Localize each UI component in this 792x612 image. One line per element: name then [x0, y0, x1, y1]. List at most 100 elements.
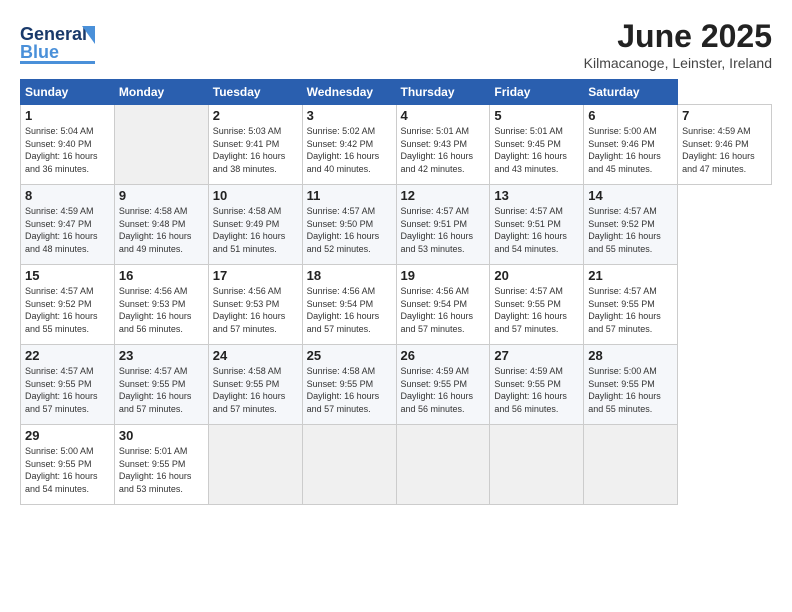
- col-monday: Monday: [114, 80, 208, 105]
- calendar-week-4: 22Sunrise: 4:57 AMSunset: 9:55 PMDayligh…: [21, 345, 772, 425]
- col-thursday: Thursday: [396, 80, 490, 105]
- day-number: 25: [307, 348, 392, 363]
- calendar-cell: 10 Sunrise: 4:58 AMSunset: 9:49 PMDayligh…: [208, 185, 302, 265]
- calendar-cell: [396, 425, 490, 505]
- day-info: Sunrise: 5:01 AMSunset: 9:43 PMDaylight:…: [401, 125, 486, 175]
- calendar-cell: 3 Sunrise: 5:02 AMSunset: 9:42 PMDaylight…: [302, 105, 396, 185]
- day-number: 23: [119, 348, 204, 363]
- day-info: Sunrise: 4:57 AMSunset: 9:52 PMDaylight:…: [25, 285, 110, 335]
- calendar-cell: 6Sunrise: 5:00 AMSunset: 9:46 PMDaylight…: [584, 105, 678, 185]
- calendar-cell: [114, 105, 208, 185]
- day-info: Sunrise: 5:02 AMSunset: 9:42 PMDaylight:…: [307, 125, 392, 175]
- svg-text:Blue: Blue: [20, 42, 59, 62]
- col-friday: Friday: [490, 80, 584, 105]
- day-info: Sunrise: 4:58 AMSunset: 9:49 PMDaylight:…: [213, 205, 298, 255]
- calendar-cell: 12 Sunrise: 4:57 AMSunset: 9:51 PMDayligh…: [396, 185, 490, 265]
- day-number: 27: [494, 348, 579, 363]
- calendar-cell: 22Sunrise: 4:57 AMSunset: 9:55 PMDayligh…: [21, 345, 115, 425]
- calendar-cell: 9Sunrise: 4:58 AMSunset: 9:48 PMDaylight…: [114, 185, 208, 265]
- day-info: Sunrise: 4:58 AMSunset: 9:55 PMDaylight:…: [307, 365, 392, 415]
- calendar-cell: 13 Sunrise: 4:57 AMSunset: 9:51 PMDayligh…: [490, 185, 584, 265]
- calendar-cell: 30 Sunrise: 5:01 AMSunset: 9:55 PMDayligh…: [114, 425, 208, 505]
- calendar-week-3: 15 Sunrise: 4:57 AMSunset: 9:52 PMDayligh…: [21, 265, 772, 345]
- day-info: Sunrise: 4:56 AMSunset: 9:53 PMDaylight:…: [119, 285, 204, 335]
- day-info: Sunrise: 4:57 AMSunset: 9:51 PMDaylight:…: [494, 205, 579, 255]
- day-number: 4: [401, 108, 486, 123]
- calendar-cell: 5 Sunrise: 5:01 AMSunset: 9:45 PMDaylight…: [490, 105, 584, 185]
- calendar-cell: 23 Sunrise: 4:57 AMSunset: 9:55 PMDayligh…: [114, 345, 208, 425]
- day-number: 24: [213, 348, 298, 363]
- calendar-cell: 20 Sunrise: 4:57 AMSunset: 9:55 PMDayligh…: [490, 265, 584, 345]
- day-info: Sunrise: 4:59 AMSunset: 9:47 PMDaylight:…: [25, 205, 110, 255]
- calendar-cell: 24 Sunrise: 4:58 AMSunset: 9:55 PMDayligh…: [208, 345, 302, 425]
- title-block: June 2025 Kilmacanoge, Leinster, Ireland: [584, 18, 772, 71]
- day-info: Sunrise: 4:58 AMSunset: 9:48 PMDaylight:…: [119, 205, 204, 255]
- day-info: Sunrise: 5:01 AMSunset: 9:55 PMDaylight:…: [119, 445, 204, 495]
- calendar-cell: 18 Sunrise: 4:56 AMSunset: 9:54 PMDayligh…: [302, 265, 396, 345]
- col-wednesday: Wednesday: [302, 80, 396, 105]
- calendar-cell: 1Sunrise: 5:04 AMSunset: 9:40 PMDaylight…: [21, 105, 115, 185]
- day-info: Sunrise: 4:59 AMSunset: 9:46 PMDaylight:…: [682, 125, 767, 175]
- day-number: 10: [213, 188, 298, 203]
- logo-svg: General Blue: [20, 18, 100, 70]
- day-info: Sunrise: 4:57 AMSunset: 9:55 PMDaylight:…: [588, 285, 673, 335]
- calendar-cell: [302, 425, 396, 505]
- calendar-week-5: 29 Sunrise: 5:00 AMSunset: 9:55 PMDayligh…: [21, 425, 772, 505]
- calendar-cell: 11 Sunrise: 4:57 AMSunset: 9:50 PMDayligh…: [302, 185, 396, 265]
- subtitle: Kilmacanoge, Leinster, Ireland: [584, 55, 772, 71]
- calendar-cell: 4 Sunrise: 5:01 AMSunset: 9:43 PMDaylight…: [396, 105, 490, 185]
- calendar-cell: 25 Sunrise: 4:58 AMSunset: 9:55 PMDayligh…: [302, 345, 396, 425]
- day-info: Sunrise: 4:57 AMSunset: 9:51 PMDaylight:…: [401, 205, 486, 255]
- calendar-cell: 27 Sunrise: 4:59 AMSunset: 9:55 PMDayligh…: [490, 345, 584, 425]
- calendar-cell: [490, 425, 584, 505]
- day-number: 14: [588, 188, 673, 203]
- day-number: 1: [25, 108, 110, 123]
- col-sunday: Sunday: [21, 80, 115, 105]
- day-number: 15: [25, 268, 110, 283]
- calendar-cell: 28Sunrise: 5:00 AMSunset: 9:55 PMDayligh…: [584, 345, 678, 425]
- calendar-cell: 15 Sunrise: 4:57 AMSunset: 9:52 PMDayligh…: [21, 265, 115, 345]
- calendar-week-1: 1Sunrise: 5:04 AMSunset: 9:40 PMDaylight…: [21, 105, 772, 185]
- calendar-cell: [208, 425, 302, 505]
- day-info: Sunrise: 5:00 AMSunset: 9:55 PMDaylight:…: [25, 445, 110, 495]
- day-number: 3: [307, 108, 392, 123]
- day-number: 12: [401, 188, 486, 203]
- day-info: Sunrise: 4:57 AMSunset: 9:55 PMDaylight:…: [494, 285, 579, 335]
- day-number: 30: [119, 428, 204, 443]
- page: General Blue June 2025 Kilmacanoge, Lein…: [0, 0, 792, 612]
- day-number: 11: [307, 188, 392, 203]
- svg-text:General: General: [20, 24, 87, 44]
- day-number: 2: [213, 108, 298, 123]
- calendar-cell: 8 Sunrise: 4:59 AMSunset: 9:47 PMDaylight…: [21, 185, 115, 265]
- day-info: Sunrise: 4:57 AMSunset: 9:50 PMDaylight:…: [307, 205, 392, 255]
- day-info: Sunrise: 4:56 AMSunset: 9:54 PMDaylight:…: [307, 285, 392, 335]
- calendar-cell: 26 Sunrise: 4:59 AMSunset: 9:55 PMDayligh…: [396, 345, 490, 425]
- day-info: Sunrise: 4:57 AMSunset: 9:55 PMDaylight:…: [119, 365, 204, 415]
- day-info: Sunrise: 5:03 AMSunset: 9:41 PMDaylight:…: [213, 125, 298, 175]
- calendar-header-row: Sunday Monday Tuesday Wednesday Thursday…: [21, 80, 772, 105]
- day-info: Sunrise: 4:56 AMSunset: 9:53 PMDaylight:…: [213, 285, 298, 335]
- day-number: 18: [307, 268, 392, 283]
- day-info: Sunrise: 5:00 AMSunset: 9:46 PMDaylight:…: [588, 125, 673, 175]
- calendar-cell: 14 Sunrise: 4:57 AMSunset: 9:52 PMDayligh…: [584, 185, 678, 265]
- calendar-cell: 21Sunrise: 4:57 AMSunset: 9:55 PMDayligh…: [584, 265, 678, 345]
- day-number: 17: [213, 268, 298, 283]
- day-number: 26: [401, 348, 486, 363]
- day-number: 20: [494, 268, 579, 283]
- calendar-cell: 17 Sunrise: 4:56 AMSunset: 9:53 PMDayligh…: [208, 265, 302, 345]
- day-number: 19: [401, 268, 486, 283]
- day-number: 29: [25, 428, 110, 443]
- day-info: Sunrise: 4:57 AMSunset: 9:55 PMDaylight:…: [25, 365, 110, 415]
- day-info: Sunrise: 4:59 AMSunset: 9:55 PMDaylight:…: [494, 365, 579, 415]
- day-number: 16: [119, 268, 204, 283]
- day-number: 5: [494, 108, 579, 123]
- day-number: 13: [494, 188, 579, 203]
- header: General Blue June 2025 Kilmacanoge, Lein…: [20, 18, 772, 71]
- day-number: 8: [25, 188, 110, 203]
- day-info: Sunrise: 4:59 AMSunset: 9:55 PMDaylight:…: [401, 365, 486, 415]
- day-info: Sunrise: 4:57 AMSunset: 9:52 PMDaylight:…: [588, 205, 673, 255]
- calendar-cell: 16 Sunrise: 4:56 AMSunset: 9:53 PMDayligh…: [114, 265, 208, 345]
- day-info: Sunrise: 5:01 AMSunset: 9:45 PMDaylight:…: [494, 125, 579, 175]
- day-info: Sunrise: 4:58 AMSunset: 9:55 PMDaylight:…: [213, 365, 298, 415]
- calendar-cell: [584, 425, 678, 505]
